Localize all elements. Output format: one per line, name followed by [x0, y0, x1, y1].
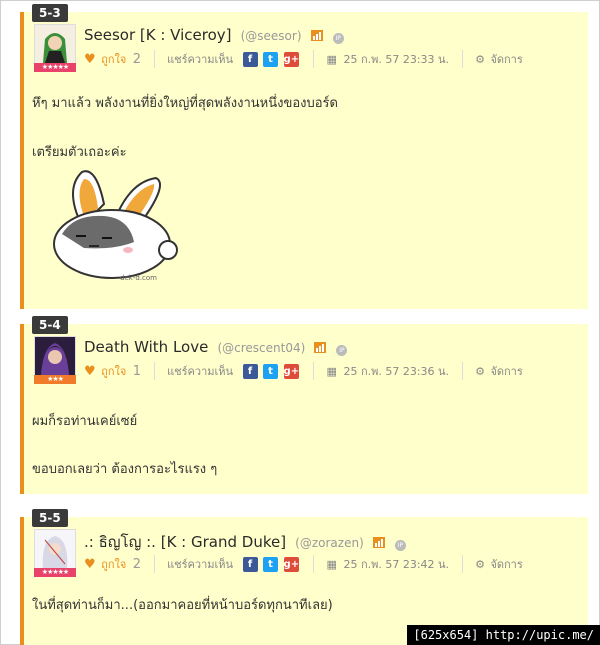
googleplus-share-icon[interactable]: g+ — [283, 556, 299, 572]
ip-icon[interactable]: IP — [332, 33, 344, 44]
comment-post: 5-3 ★★★★★ Seesor [K : Viceroy] (@seesor)… — [20, 4, 588, 309]
like-count: 1 — [132, 363, 142, 379]
post-line: ในที่สุดท่านก็มา...(ออกมาคอยที่หน้าบอร์ด… — [32, 598, 333, 613]
twitter-share-icon[interactable]: t — [263, 556, 279, 572]
twitter-share-icon[interactable]: t — [263, 51, 279, 67]
chart-badge-icon — [314, 342, 327, 353]
calendar-icon: ▦ — [326, 52, 337, 66]
post-line: ผมก็รอท่านเคย์เซย์ — [32, 414, 138, 429]
post-header: .: ธิญโญ :. [K : Grand Duke] (@zorazen) … — [84, 530, 578, 554]
like-count: 2 — [132, 51, 142, 67]
like-button[interactable]: ถูกใจ — [101, 362, 126, 380]
manage-link[interactable]: จัดการ — [490, 50, 522, 68]
ip-icon[interactable]: IP — [336, 345, 348, 356]
divider — [313, 50, 315, 68]
heart-icon[interactable]: ♥ — [84, 364, 96, 379]
share-label: แชร์ความเห็น — [167, 558, 234, 571]
heart-icon[interactable]: ♥ — [84, 52, 96, 67]
manage-link[interactable]: จัดการ — [490, 555, 522, 573]
upload-watermark: [625x654] http://upic.me/ — [407, 625, 600, 645]
author-handle[interactable]: (@seesor) — [241, 29, 302, 43]
calendar-icon: ▦ — [326, 557, 337, 571]
post-date: 25 ก.พ. 57 23:42 น. — [343, 558, 450, 571]
avatar[interactable] — [34, 24, 76, 64]
calendar-icon: ▦ — [326, 364, 337, 378]
rank-stars: ★★★★★ — [34, 568, 76, 577]
post-number: 5-5 — [32, 509, 68, 527]
post-number: 5-3 — [32, 4, 68, 22]
gear-icon[interactable]: ⚙ — [475, 365, 485, 378]
author-handle[interactable]: (@zorazen) — [295, 536, 364, 550]
gear-icon[interactable]: ⚙ — [475, 53, 485, 66]
post-line: ขอบอกเลยว่า ต้องการอะไรแรง ๆ — [32, 462, 218, 477]
chart-badge-icon — [372, 537, 385, 548]
googleplus-share-icon[interactable]: g+ — [283, 363, 299, 379]
author-handle[interactable]: (@crescent04) — [217, 341, 305, 355]
avatar[interactable] — [34, 336, 76, 376]
sticker-watermark: dek-d.com — [120, 274, 157, 282]
facebook-share-icon[interactable]: f — [242, 51, 258, 67]
facebook-share-icon[interactable]: f — [242, 556, 258, 572]
comment-post: 5-4 ★★★ Death With Love (@crescent04) IP… — [20, 316, 588, 494]
author-name[interactable]: .: ธิญโญ :. [K : Grand Duke] — [84, 533, 286, 551]
divider — [461, 555, 463, 573]
gear-icon[interactable]: ⚙ — [475, 558, 485, 571]
post-number: 5-4 — [32, 316, 68, 334]
twitter-share-icon[interactable]: t — [263, 363, 279, 379]
divider — [461, 50, 463, 68]
like-button[interactable]: ถูกใจ — [101, 555, 126, 573]
divider — [153, 50, 155, 68]
post-line: หึๆ มาแล้ว พลังงานที่ยิ่งใหญ่ที่สุดพลังง… — [32, 96, 338, 111]
post-line: เตรียมตัวเถอะค่ะ — [32, 145, 127, 160]
rank-stars: ★★★ — [34, 375, 76, 384]
post-date: 25 ก.พ. 57 23:36 น. — [343, 365, 450, 378]
post-meta: ♥ ถูกใจ 2 แชร์ความเห็น f t g+ ▦ 25 ก.พ. … — [84, 555, 523, 573]
like-count: 2 — [132, 556, 142, 572]
divider — [153, 555, 155, 573]
post-header: Seesor [K : Viceroy] (@seesor) IP — [84, 25, 578, 44]
post-date: 25 ก.พ. 57 23:33 น. — [343, 53, 450, 66]
rank-stars: ★★★★★ — [34, 63, 76, 72]
post-meta: ♥ ถูกใจ 1 แชร์ความเห็น f t g+ ▦ 25 ก.พ. … — [84, 362, 523, 380]
heart-icon[interactable]: ♥ — [84, 557, 96, 572]
divider — [313, 362, 315, 380]
ip-icon[interactable]: IP — [394, 540, 406, 551]
manage-link[interactable]: จัดการ — [490, 362, 522, 380]
share-label: แชร์ความเห็น — [167, 53, 234, 66]
rabbit-sticker: dek-d.com — [53, 170, 178, 282]
facebook-share-icon[interactable]: f — [242, 363, 258, 379]
post-meta: ♥ ถูกใจ 2 แชร์ความเห็น f t g+ ▦ 25 ก.พ. … — [84, 50, 523, 68]
share-label: แชร์ความเห็น — [167, 365, 234, 378]
divider — [153, 362, 155, 380]
chart-badge-icon — [310, 30, 323, 41]
author-name[interactable]: Seesor [K : Viceroy] — [84, 26, 232, 44]
divider — [313, 555, 315, 573]
divider — [461, 362, 463, 380]
googleplus-share-icon[interactable]: g+ — [283, 51, 299, 67]
post-header: Death With Love (@crescent04) IP — [84, 337, 578, 356]
author-name[interactable]: Death With Love — [84, 338, 208, 356]
like-button[interactable]: ถูกใจ — [101, 50, 126, 68]
avatar[interactable] — [34, 529, 76, 569]
